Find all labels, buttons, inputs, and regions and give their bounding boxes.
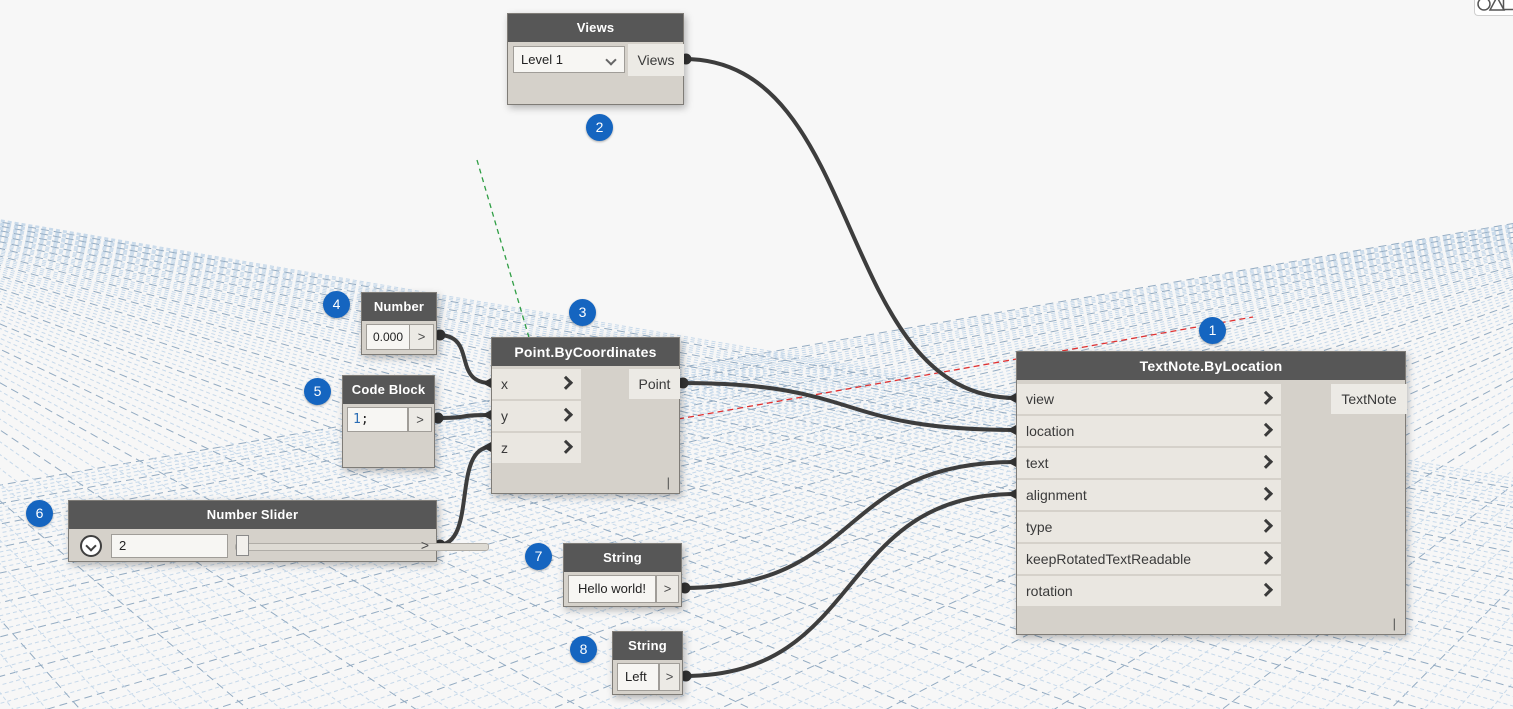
number-value-input[interactable]: 0.000 bbox=[366, 324, 410, 350]
chevron-right-icon bbox=[558, 439, 574, 454]
slider-expand-button[interactable] bbox=[80, 535, 102, 557]
port-label-view: view bbox=[1026, 391, 1055, 407]
point-input-z[interactable]: z bbox=[492, 433, 581, 463]
step-badge-5: 5 bbox=[304, 378, 331, 405]
code-block-editor[interactable]: 1; bbox=[347, 407, 408, 432]
slider-output-port[interactable]: > bbox=[421, 537, 429, 553]
number-output-port[interactable]: > bbox=[409, 324, 434, 350]
chevron-down-icon bbox=[605, 54, 617, 66]
textnote-input-view[interactable]: view bbox=[1017, 384, 1281, 414]
step-badge-7: 7 bbox=[525, 543, 552, 570]
node-textnote-bylocation[interactable]: TextNote.ByLocation view location text a… bbox=[1016, 351, 1407, 635]
node-textnote-title[interactable]: TextNote.ByLocation bbox=[1017, 352, 1405, 380]
port-label-text: text bbox=[1026, 455, 1049, 471]
textnote-output-port[interactable]: TextNote bbox=[1331, 384, 1407, 414]
preview-toggle[interactable]: | bbox=[667, 475, 670, 490]
string-alignment-output-port[interactable]: > bbox=[659, 663, 680, 691]
step-badge-3: 3 bbox=[569, 299, 596, 326]
node-number[interactable]: Number 0.000 > bbox=[361, 292, 437, 355]
port-label-type: type bbox=[1026, 519, 1053, 535]
step-badge-4: 4 bbox=[323, 291, 350, 318]
code-block-output-port[interactable]: > bbox=[408, 407, 432, 432]
textnote-input-text[interactable]: text bbox=[1017, 448, 1281, 478]
node-string-text[interactable]: String Hello world! > bbox=[563, 543, 682, 607]
port-label-rotation: rotation bbox=[1026, 583, 1073, 599]
textnote-input-keeprotatedtextreadable[interactable]: keepRotatedTextReadable bbox=[1017, 544, 1281, 574]
node-views-title[interactable]: Views bbox=[508, 14, 683, 42]
slider-track[interactable] bbox=[235, 543, 489, 551]
chevron-right-icon bbox=[558, 375, 574, 390]
code-number-literal: 1 bbox=[353, 412, 361, 427]
chevron-down-icon bbox=[85, 540, 97, 552]
preview-toggle[interactable]: | bbox=[1393, 616, 1396, 631]
textnote-input-alignment[interactable]: alignment bbox=[1017, 480, 1281, 510]
step-badge-2: 2 bbox=[586, 114, 613, 141]
textnote-input-location[interactable]: location bbox=[1017, 416, 1281, 446]
views-output-port[interactable]: Views bbox=[628, 44, 684, 76]
string-alignment-input[interactable]: Left bbox=[617, 663, 659, 691]
node-number-slider[interactable]: Number Slider 2 > bbox=[68, 500, 489, 562]
geometry-preview-button[interactable] bbox=[1474, 0, 1513, 16]
textnote-input-rotation[interactable]: rotation bbox=[1017, 576, 1281, 606]
views-dropdown[interactable]: Level 1 bbox=[513, 46, 625, 73]
point-input-y[interactable]: y bbox=[492, 401, 581, 431]
node-point-title[interactable]: Point.ByCoordinates bbox=[492, 338, 679, 366]
code-semicolon: ; bbox=[360, 412, 369, 427]
point-input-x[interactable]: x bbox=[492, 369, 581, 399]
node-point-bycoordinates[interactable]: Point.ByCoordinates x y z Point | bbox=[491, 337, 680, 494]
point-output-port[interactable]: Point bbox=[629, 369, 680, 399]
step-badge-8: 8 bbox=[570, 636, 597, 663]
chevron-right-icon bbox=[1258, 422, 1274, 437]
node-string-alignment[interactable]: String Left > bbox=[612, 631, 683, 695]
port-label-keeprotatedtextreadable: keepRotatedTextReadable bbox=[1026, 551, 1192, 567]
port-label-location: location bbox=[1026, 423, 1075, 439]
node-views[interactable]: Views Level 1 Views bbox=[507, 13, 684, 105]
node-code-block[interactable]: Code Block 1; > bbox=[342, 375, 435, 468]
string-text-output-port[interactable]: > bbox=[656, 575, 679, 603]
chevron-right-icon bbox=[1258, 390, 1274, 405]
port-label-z: z bbox=[501, 440, 508, 456]
slider-handle[interactable] bbox=[236, 535, 249, 556]
port-label-alignment: alignment bbox=[1026, 487, 1087, 503]
slider-value-input[interactable]: 2 bbox=[111, 534, 228, 558]
grid-horizon-fade bbox=[0, 146, 1513, 158]
chevron-right-icon bbox=[1258, 486, 1274, 501]
port-label-y: y bbox=[501, 408, 508, 424]
node-string-alignment-title[interactable]: String bbox=[613, 632, 682, 660]
textnote-input-type[interactable]: type bbox=[1017, 512, 1281, 542]
port-label-x: x bbox=[501, 376, 508, 392]
chevron-right-icon bbox=[1258, 550, 1274, 565]
string-text-input[interactable]: Hello world! bbox=[568, 575, 656, 603]
chevron-right-icon bbox=[1258, 582, 1274, 597]
chevron-right-icon bbox=[1258, 518, 1274, 533]
node-number-title[interactable]: Number bbox=[362, 293, 436, 321]
step-badge-1: 1 bbox=[1199, 317, 1226, 344]
node-slider-title[interactable]: Number Slider bbox=[69, 501, 436, 529]
chevron-right-icon bbox=[1258, 454, 1274, 469]
dynamo-workspace-canvas[interactable]: Views Level 1 Views Number 0.000 > Code … bbox=[0, 0, 1513, 709]
step-badge-6: 6 bbox=[26, 500, 53, 527]
views-dropdown-value: Level 1 bbox=[521, 52, 563, 67]
node-string-text-title[interactable]: String bbox=[564, 544, 681, 572]
geometry-shapes-icon bbox=[1477, 0, 1513, 11]
node-code-block-title[interactable]: Code Block bbox=[343, 376, 434, 404]
chevron-right-icon bbox=[558, 407, 574, 422]
